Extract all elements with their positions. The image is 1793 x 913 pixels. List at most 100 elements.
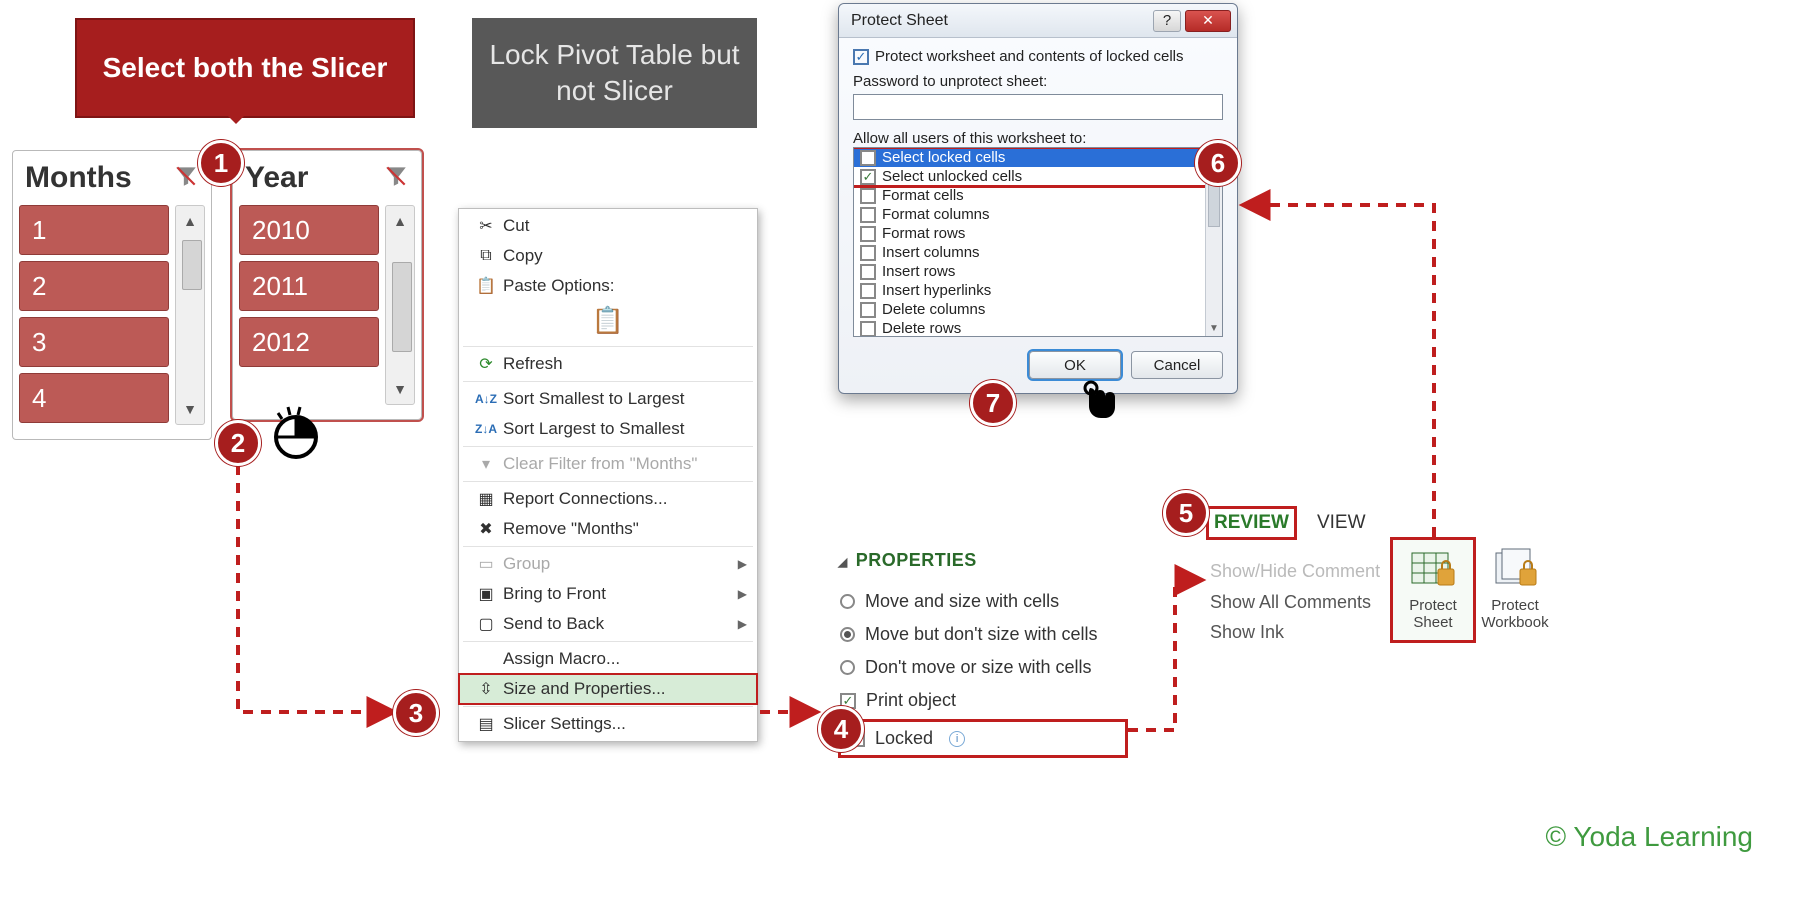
menu-sort-asc[interactable]: A↓ZSort Smallest to Largest [459, 384, 757, 414]
checkbox-icon[interactable] [853, 49, 869, 65]
dialog-titlebar[interactable]: Protect Sheet ? ✕ [839, 4, 1237, 38]
prop-move-and-size[interactable]: Move and size with cells [838, 585, 1128, 618]
menu-sort-desc[interactable]: Z↓ASort Largest to Smallest [459, 414, 757, 444]
checkbox-icon[interactable] [860, 150, 876, 166]
prop-no-move-no-size[interactable]: Don't move or size with cells [838, 651, 1128, 684]
allow-list[interactable]: Select locked cells Select unlocked cell… [853, 147, 1223, 337]
scroll-thumb[interactable] [392, 262, 412, 352]
refresh-icon: ⟳ [469, 354, 503, 374]
radio-icon[interactable] [840, 594, 855, 609]
cancel-button[interactable]: Cancel [1131, 351, 1223, 379]
allow-item[interactable]: Delete columns [854, 300, 1222, 319]
slicer-item[interactable]: 3 [19, 317, 169, 367]
scroll-down-icon[interactable]: ▼ [1206, 321, 1222, 336]
allow-item[interactable]: Format rows [854, 224, 1222, 243]
password-input[interactable] [853, 94, 1223, 120]
slicer-item[interactable]: 2012 [239, 317, 379, 367]
slicer-item[interactable]: 2011 [239, 261, 379, 311]
protect-sheet-icon [1410, 547, 1456, 589]
radio-icon[interactable] [840, 660, 855, 675]
close-button[interactable]: ✕ [1185, 10, 1231, 32]
size-icon: ⇳ [469, 679, 503, 699]
paste-option-button[interactable]: 📋 [459, 301, 757, 344]
sort-desc-icon: Z↓A [469, 422, 503, 436]
bring-front-icon: ▣ [469, 584, 503, 604]
menu-separator [463, 381, 753, 382]
allow-item[interactable]: Insert rows [854, 262, 1222, 281]
protect-contents-row[interactable]: Protect worksheet and contents of locked… [853, 48, 1223, 65]
menu-slicer-settings[interactable]: ▤Slicer Settings... [459, 709, 757, 739]
cut-icon: ✂ [469, 216, 503, 236]
callout-select-slicers: Select both the Slicer [75, 18, 415, 118]
protect-workbook-button[interactable]: Protect Workbook [1475, 540, 1555, 640]
protect-workbook-label: Protect Workbook [1481, 597, 1548, 631]
comments-show-all[interactable]: Show All Comments [1210, 587, 1385, 618]
clear-filter-icon[interactable] [173, 163, 199, 194]
scroll-down-icon[interactable]: ▼ [386, 374, 414, 404]
allow-label: Allow all users of this worksheet to: [853, 130, 1223, 147]
copy-icon: ⧉ [469, 247, 503, 265]
checkbox-icon[interactable] [860, 207, 876, 223]
menu-assign-macro[interactable]: Assign Macro... [459, 644, 757, 674]
allow-item[interactable]: Delete rows [854, 319, 1222, 337]
right-click-icon [268, 405, 324, 466]
slicer-scrollbar[interactable]: ▲ ▼ [175, 205, 205, 425]
properties-pane: PROPERTIES Move and size with cells Move… [838, 550, 1128, 758]
checkbox-icon[interactable] [860, 245, 876, 261]
checkbox-icon[interactable] [860, 321, 876, 337]
checkbox-icon[interactable] [860, 283, 876, 299]
allow-item[interactable]: Format columns [854, 205, 1222, 224]
prop-move-no-size[interactable]: Move but don't size with cells [838, 618, 1128, 651]
prop-locked[interactable]: Locked i [838, 719, 1128, 758]
slicer-item[interactable]: 2 [19, 261, 169, 311]
ok-button[interactable]: OK [1029, 351, 1121, 379]
tab-review[interactable]: REVIEW [1210, 510, 1293, 536]
scroll-thumb[interactable] [182, 240, 202, 290]
checkbox-icon[interactable] [860, 226, 876, 242]
menu-cut[interactable]: ✂Cut [459, 211, 757, 241]
slicer-scrollbar[interactable]: ▲ ▼ [385, 205, 415, 405]
menu-bring-to-front[interactable]: ▣Bring to Front▶ [459, 579, 757, 609]
scroll-up-icon[interactable]: ▲ [386, 206, 414, 236]
comments-show-hide: Show/Hide Comment [1210, 556, 1385, 587]
slicer-item[interactable]: 1 [19, 205, 169, 255]
menu-send-to-back[interactable]: ▢Send to Back▶ [459, 609, 757, 639]
properties-header[interactable]: PROPERTIES [838, 550, 1128, 571]
allow-item[interactable]: Insert hyperlinks [854, 281, 1222, 300]
callout-text: Select both the Slicer [103, 52, 388, 84]
menu-copy[interactable]: ⧉Copy [459, 241, 757, 271]
scroll-up-icon[interactable]: ▲ [176, 206, 204, 236]
slicer-item[interactable]: 4 [19, 373, 169, 423]
checkbox-icon[interactable] [860, 302, 876, 318]
checkbox-icon[interactable] [860, 264, 876, 280]
checkbox-icon[interactable] [860, 188, 876, 204]
step-badge-7: 7 [970, 380, 1016, 426]
menu-remove-months[interactable]: ✖Remove "Months" [459, 514, 757, 544]
menu-report-connections[interactable]: ▦Report Connections... [459, 484, 757, 514]
info-icon[interactable]: i [949, 731, 965, 747]
slicer-item[interactable]: 2010 [239, 205, 379, 255]
help-button[interactable]: ? [1153, 10, 1181, 32]
clear-filter-icon[interactable] [383, 163, 409, 194]
protect-sheet-button[interactable]: Protect Sheet [1393, 540, 1473, 640]
allow-item[interactable]: Select locked cells [854, 148, 1222, 167]
slicer-months[interactable]: Months 1 2 3 4 ▲ ▼ [12, 150, 212, 440]
step-badge-3: 3 [393, 690, 439, 736]
allow-item[interactable]: Format cells [854, 186, 1222, 205]
tab-view[interactable]: VIEW [1313, 510, 1370, 536]
prop-print-object[interactable]: Print object [838, 684, 1128, 717]
checkbox-icon[interactable] [860, 169, 876, 185]
menu-refresh[interactable]: ⟳Refresh [459, 349, 757, 379]
context-menu: ✂Cut ⧉Copy 📋Paste Options: 📋 ⟳Refresh A↓… [458, 208, 758, 742]
comments-show-ink[interactable]: Show Ink [1210, 617, 1385, 648]
submenu-arrow-icon: ▶ [738, 587, 747, 601]
sort-asc-icon: A↓Z [469, 392, 503, 406]
menu-size-and-properties[interactable]: ⇳Size and Properties... [459, 674, 757, 704]
paste-icon: 📋 [469, 276, 503, 296]
radio-icon[interactable] [840, 627, 855, 642]
scroll-down-icon[interactable]: ▼ [176, 394, 204, 424]
allow-item[interactable]: Insert columns [854, 243, 1222, 262]
slicer-year[interactable]: Year 2010 2011 2012 ▲ ▼ [232, 150, 422, 420]
menu-paste-options: 📋Paste Options: [459, 271, 757, 301]
allow-item[interactable]: Select unlocked cells [854, 167, 1222, 186]
